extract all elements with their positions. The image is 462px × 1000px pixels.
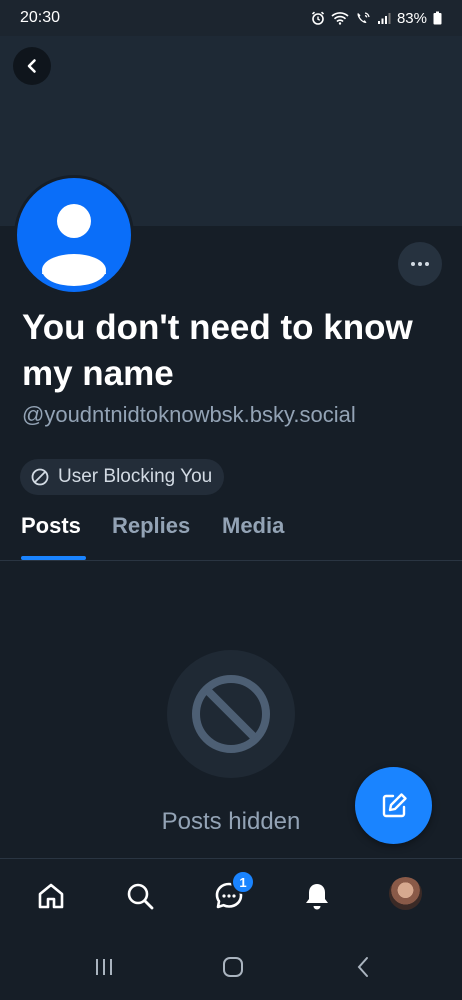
- default-user-icon: [42, 204, 106, 286]
- chat-unread-badge: 1: [231, 870, 255, 894]
- status-icons: 83%: [311, 10, 442, 27]
- home-circle-icon: [223, 957, 243, 977]
- recent-apps-button[interactable]: [89, 952, 119, 982]
- home-icon: [38, 883, 64, 909]
- status-bar: 20:30 83%: [0, 0, 462, 36]
- active-tab-indicator: [21, 556, 86, 560]
- alarm-icon: [311, 11, 325, 25]
- profile-tabs: Posts Replies Media: [0, 510, 462, 561]
- back-system-button[interactable]: [348, 952, 378, 982]
- tab-posts[interactable]: Posts: [21, 513, 81, 539]
- system-navigation-bar: [0, 930, 462, 1000]
- block-icon: [31, 468, 49, 486]
- tab-replies[interactable]: Replies: [112, 513, 190, 539]
- back-chevron-icon: [357, 957, 368, 977]
- compose-icon: [382, 792, 407, 817]
- battery-icon: [433, 11, 442, 25]
- signal-icon: [377, 13, 391, 24]
- ellipsis-icon: [411, 262, 429, 266]
- wifi-calling-icon: [357, 12, 370, 23]
- profile-display-name: You don't need to know my name: [22, 308, 413, 393]
- wifi-icon: [331, 12, 349, 25]
- home-system-button[interactable]: [218, 952, 248, 982]
- profile-avatar[interactable]: [14, 175, 134, 295]
- back-button[interactable]: [13, 47, 51, 85]
- nav-notifications[interactable]: [297, 876, 337, 916]
- posts-hidden-illustration: [167, 650, 295, 778]
- more-options-button[interactable]: [398, 242, 442, 286]
- search-icon: [127, 883, 154, 910]
- recent-apps-icon: [96, 959, 112, 975]
- blocking-status-label: User Blocking You: [58, 466, 213, 487]
- battery-percent: 83%: [396, 9, 427, 27]
- bell-icon: [306, 884, 328, 910]
- status-time: 20:30: [20, 9, 61, 26]
- compose-post-button[interactable]: [355, 767, 432, 844]
- nav-home[interactable]: [31, 876, 71, 916]
- chevron-left-icon: [27, 59, 36, 73]
- nav-search[interactable]: [120, 876, 160, 916]
- nav-profile-avatar[interactable]: [389, 877, 422, 910]
- profile-handle: @youdntnidtoknowbsk.bsky.social: [22, 402, 356, 427]
- prohibited-icon: [192, 675, 270, 753]
- tab-media[interactable]: Media: [222, 513, 284, 539]
- blocking-status-badge: User Blocking You: [20, 459, 225, 495]
